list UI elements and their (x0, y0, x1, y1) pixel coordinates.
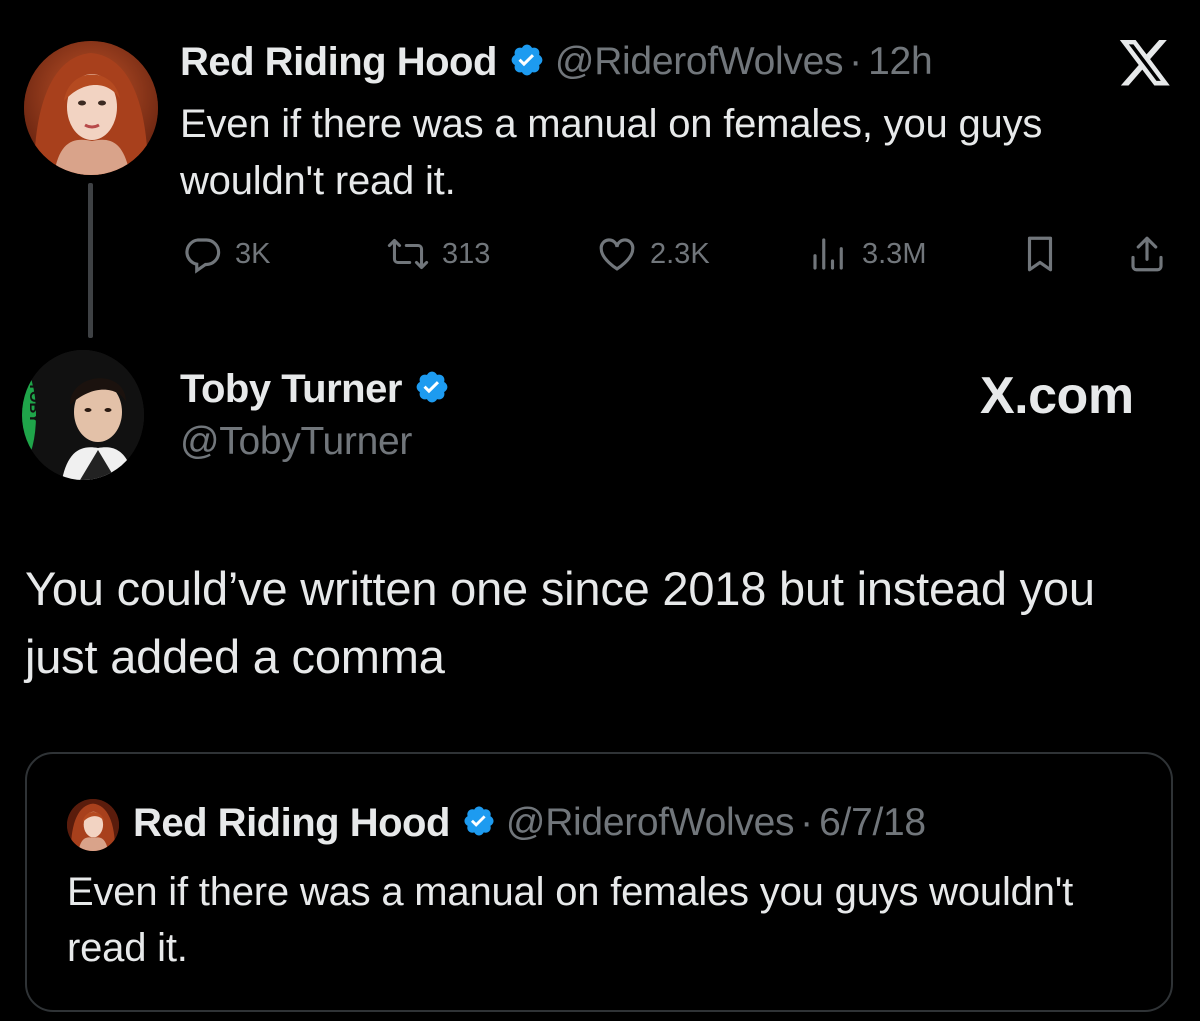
share-button[interactable] (1126, 228, 1168, 280)
quoted-author-handle: @RiderofWolves (505, 801, 795, 844)
separator-dot: · (849, 40, 863, 83)
views-count: 3.3M (862, 237, 927, 270)
retweet-icon (386, 233, 430, 275)
verified-badge-icon (509, 42, 545, 83)
tweet-actions-bar: 3K 313 2.3K 3.3M (181, 228, 1171, 280)
retweet-count: 313 (442, 237, 491, 270)
reply-icon (181, 233, 223, 275)
x-logo-icon[interactable] (1117, 40, 1173, 90)
retweet-button[interactable]: 313 (386, 228, 490, 280)
share-icon (1126, 233, 1168, 275)
reply-count: 3K (235, 237, 271, 270)
x-com-watermark: X.com (980, 367, 1134, 425)
reply-button[interactable]: 3K (181, 228, 270, 280)
quoted-avatar (67, 799, 119, 851)
quoted-tweet-card[interactable]: Red Riding Hood @RiderofWolves · 6/7/18 … (25, 752, 1173, 1012)
quoted-header: Red Riding Hood @RiderofWolves · 6/7/18 (133, 796, 926, 850)
tweet-time[interactable]: 12h (868, 40, 932, 84)
avatar-badge-text: TOBY (26, 382, 43, 423)
avatar-red-riding-hood[interactable] (24, 41, 158, 175)
reply-author-handle[interactable]: @TobyTurner (180, 420, 412, 464)
author-name[interactable]: Red Riding Hood (180, 40, 497, 85)
views-button[interactable]: 3.3M (808, 228, 926, 280)
verified-badge-icon (462, 804, 496, 843)
separator-dot: · (800, 801, 814, 844)
like-button[interactable]: 2.3K (596, 228, 710, 280)
views-icon (808, 233, 850, 275)
avatar-toby-turner[interactable]: TOBY (22, 350, 144, 480)
tweet-header: Red Riding Hood @RiderofWolves · 12h (180, 36, 933, 88)
thread-connector-line (88, 183, 93, 338)
quoted-date: 6/7/18 (819, 801, 926, 844)
author-handle[interactable]: @RiderofWolves (555, 40, 844, 84)
bookmark-button[interactable] (1019, 228, 1061, 280)
reply-text: You could’ve written one since 2018 but … (25, 562, 1095, 683)
tweet-text: Even if there was a manual on females, y… (180, 102, 1043, 203)
reply-author-name[interactable]: Toby Turner (180, 367, 402, 412)
bookmark-icon (1019, 233, 1061, 275)
quoted-text: Even if there was a manual on females yo… (67, 870, 1074, 970)
quoted-author-name: Red Riding Hood (133, 800, 450, 845)
like-count: 2.3K (650, 237, 710, 270)
verified-badge-icon (414, 369, 450, 410)
reply-header: Toby Turner (180, 362, 450, 416)
like-icon (596, 233, 638, 275)
